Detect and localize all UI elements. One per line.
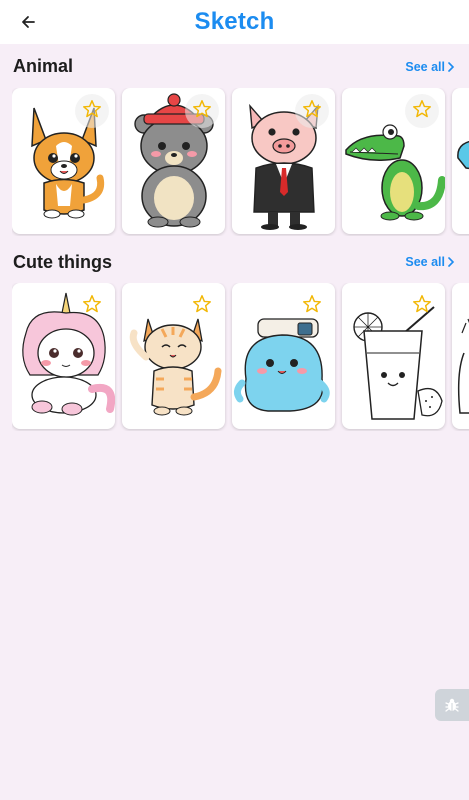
sketch-card-whale[interactable] [452,88,469,234]
sketch-card-bear[interactable] [122,88,225,234]
sketch-card-pig[interactable] [232,88,335,234]
whale-image [457,140,469,170]
chevron-right-icon [448,62,455,72]
star-icon[interactable] [81,293,103,315]
sketch-card-cat[interactable] [122,283,225,429]
cute-things-row [12,283,469,431]
section-title-animal: Animal [13,56,74,76]
star-icon[interactable] [411,98,433,120]
debug-button[interactable] [435,689,469,721]
see-all-label: See all [405,60,445,74]
sketch-card-unicorn[interactable] [12,283,115,429]
page-title: Sketch [194,8,275,35]
star-icon[interactable] [411,293,433,315]
see-all-cute-things-link[interactable]: See all [405,255,455,269]
sketch-card-bottle[interactable] [452,283,469,429]
bug-icon [445,698,459,712]
star-icon[interactable] [191,293,213,315]
app-bar: Sketch [0,0,469,44]
star-icon[interactable] [301,293,323,315]
chevron-right-icon [448,257,455,267]
section-title-cute-things: Cute things [13,252,112,272]
see-all-animal-link[interactable]: See all [405,60,455,74]
star-icon[interactable] [301,98,323,120]
star-icon[interactable] [191,98,213,120]
sketch-card-seal[interactable] [232,283,335,429]
sketch-card-dog[interactable] [12,88,115,234]
see-all-label: See all [405,255,445,269]
animal-row [12,88,469,236]
star-icon[interactable] [81,98,103,120]
sketch-card-lemonade[interactable] [342,283,445,429]
sketch-card-crocodile[interactable] [342,88,445,234]
bottle-image [457,318,469,414]
